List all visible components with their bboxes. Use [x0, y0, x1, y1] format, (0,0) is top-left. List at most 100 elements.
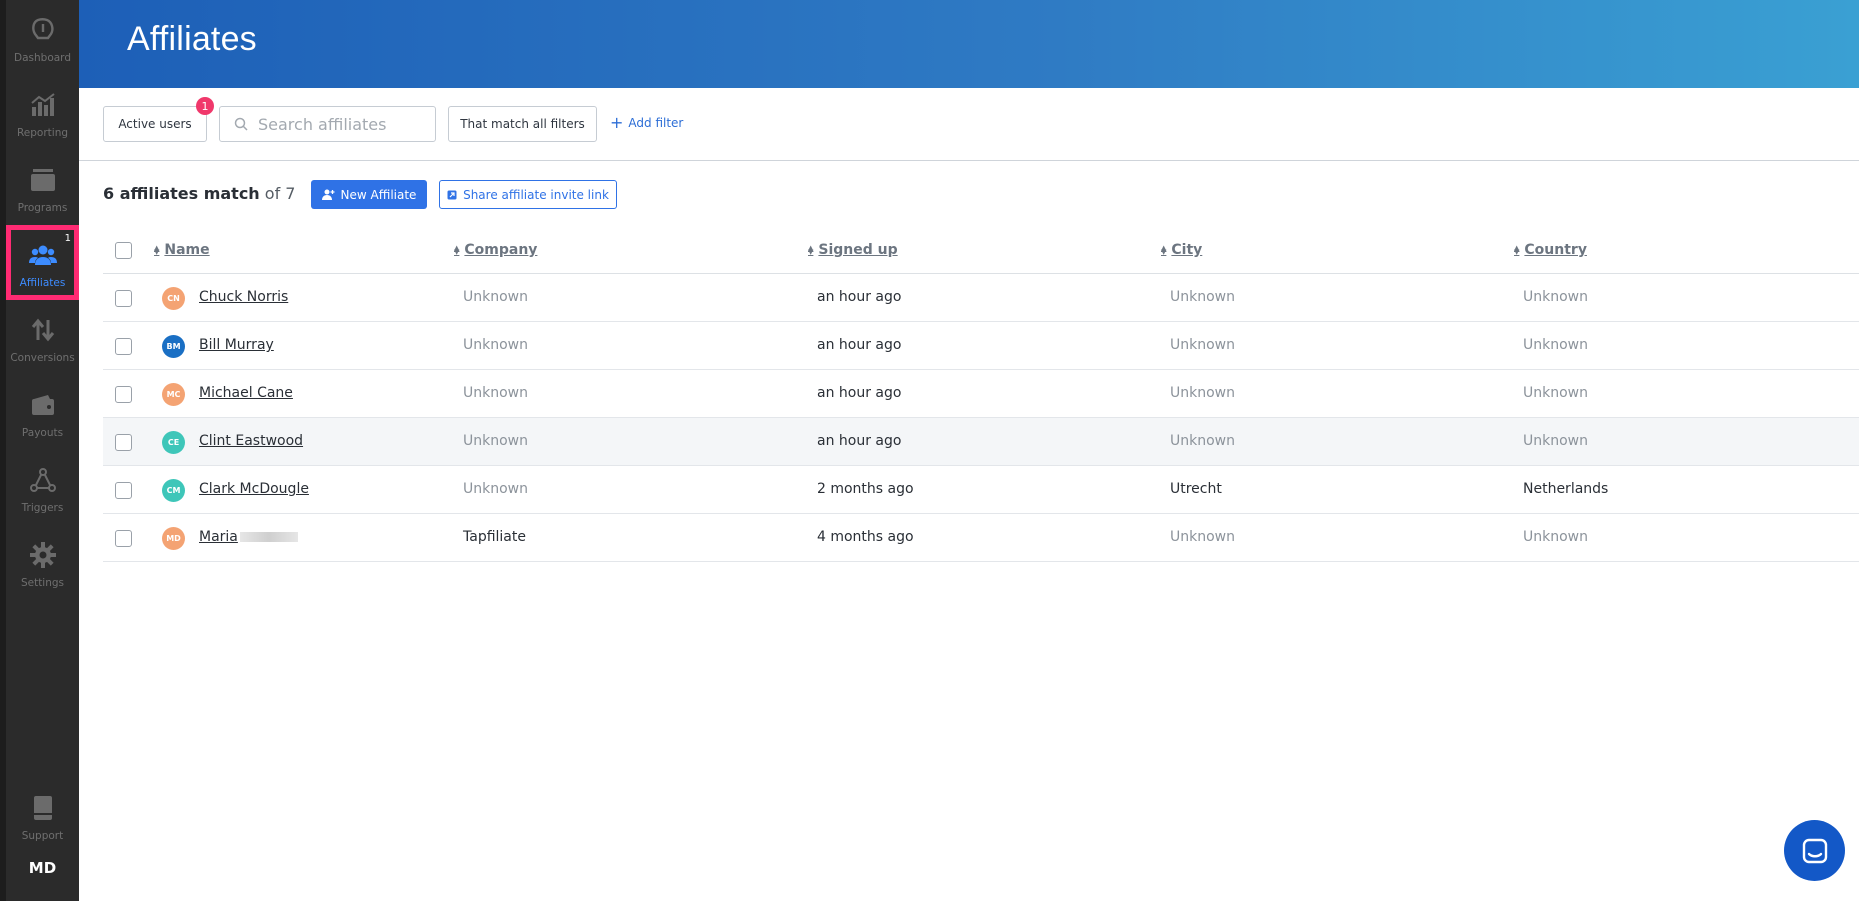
company-cell: Unknown: [463, 385, 528, 401]
table-row[interactable]: CN Chuck Norris Unknown an hour ago Unkn…: [103, 274, 1859, 322]
signed-up-cell: 4 months ago: [817, 529, 914, 545]
city-cell: Unknown: [1170, 337, 1235, 353]
affiliate-name-link[interactable]: Bill Murray: [199, 337, 274, 353]
country-cell: Unknown: [1523, 385, 1588, 401]
sidebar-item-programs[interactable]: Programs: [6, 150, 79, 225]
company-cell: Unknown: [463, 337, 528, 353]
row-checkbox[interactable]: [115, 530, 132, 547]
table-row[interactable]: MD Maria Tapfiliate 4 months ago Unknown…: [103, 514, 1859, 562]
share-invite-link-button[interactable]: Share affiliate invite link: [439, 180, 617, 209]
row-checkbox[interactable]: [115, 482, 132, 499]
row-checkbox[interactable]: [115, 290, 132, 307]
match-count: 6 affiliates match: [103, 184, 260, 203]
share-invite-label: Share affiliate invite link: [463, 187, 609, 202]
column-header-country[interactable]: ▲ ▼ Country: [1514, 242, 1587, 258]
sidebar-item-label: Dashboard: [14, 52, 71, 64]
sidebar-item-reporting[interactable]: Reporting: [6, 75, 79, 150]
add-filter-link[interactable]: + Add filter: [610, 113, 684, 132]
table-row[interactable]: CE Clint Eastwood Unknown an hour ago Un…: [103, 418, 1859, 466]
new-affiliate-label: New Affiliate: [340, 187, 417, 202]
filter-count-badge: 1: [196, 97, 214, 115]
city-cell: Unknown: [1170, 385, 1235, 401]
total-count: of 7: [264, 184, 296, 203]
affiliate-name-link[interactable]: Maria: [199, 529, 298, 545]
table-row[interactable]: BM Bill Murray Unknown an hour ago Unkno…: [103, 322, 1859, 370]
affiliate-name-link[interactable]: Chuck Norris: [199, 289, 288, 305]
affiliates-table: ▲ ▼ Name ▲ ▼ Company ▲ ▼ Signed up ▲ ▼ City …: [103, 226, 1859, 562]
company-cell: Unknown: [463, 433, 528, 449]
new-affiliate-button[interactable]: New Affiliate: [311, 180, 427, 209]
avatar: MD: [162, 527, 185, 550]
book-icon: [33, 796, 52, 820]
country-cell: Unknown: [1523, 529, 1588, 545]
country-cell: Unknown: [1523, 337, 1588, 353]
affiliate-name-link[interactable]: Clark McDougle: [199, 481, 309, 497]
sidebar-item-dashboard[interactable]: Dashboard: [6, 0, 79, 75]
sidebar-item-payouts[interactable]: Payouts: [6, 375, 79, 450]
avatar: CM: [162, 479, 185, 502]
country-cell: Netherlands: [1523, 481, 1609, 497]
sidebar-item-conversions[interactable]: Conversions: [6, 300, 79, 375]
affiliate-name-link[interactable]: Michael Cane: [199, 385, 293, 401]
avatar: BM: [162, 335, 185, 358]
city-cell: Unknown: [1170, 529, 1235, 545]
chat-icon: [1802, 838, 1827, 863]
column-label: City: [1171, 242, 1203, 258]
programs-icon: [30, 169, 55, 191]
sidebar-item-affiliates[interactable]: Affiliates 1: [6, 225, 79, 300]
chat-launcher-button[interactable]: [1784, 820, 1845, 881]
sidebar-item-label: Conversions: [10, 352, 75, 364]
column-header-city[interactable]: ▲ ▼ City: [1161, 242, 1202, 258]
active-users-label: Active users: [118, 117, 192, 131]
sidebar-item-support[interactable]: Support: [6, 778, 79, 853]
active-users-filter-button[interactable]: Active users: [103, 106, 207, 142]
search-input[interactable]: [258, 114, 428, 134]
avatar: MC: [162, 383, 185, 406]
row-checkbox[interactable]: [115, 434, 132, 451]
sidebar-item-triggers[interactable]: Triggers: [6, 450, 79, 525]
company-cell: Tapfiliate: [463, 529, 526, 545]
column-header-name[interactable]: ▲ ▼ Name: [154, 242, 210, 258]
column-header-signed-up[interactable]: ▲ ▼ Signed up: [808, 242, 898, 258]
add-filter-label: Add filter: [628, 116, 684, 130]
table-row[interactable]: CM Clark McDougle Unknown 2 months ago U…: [103, 466, 1859, 514]
sidebar-item-label: Programs: [17, 202, 68, 214]
table-header: ▲ ▼ Name ▲ ▼ Company ▲ ▼ Signed up ▲ ▼ City …: [103, 226, 1859, 274]
results-summary: 6 affiliates match of 7: [103, 184, 295, 203]
page-title: Affiliates: [127, 20, 257, 58]
company-cell: Unknown: [463, 289, 528, 305]
column-label: Company: [464, 242, 538, 258]
country-cell: Unknown: [1523, 289, 1588, 305]
city-cell: Utrecht: [1170, 481, 1222, 497]
sidebar-item-label: Affiliates: [19, 277, 66, 289]
plus-icon: +: [610, 113, 624, 132]
city-cell: Unknown: [1170, 289, 1235, 305]
notification-badge: 1: [64, 233, 71, 244]
search-box[interactable]: [219, 106, 436, 142]
redacted-surname: [239, 532, 298, 542]
user-initials[interactable]: MD: [6, 859, 79, 877]
column-header-company[interactable]: ▲ ▼ Company: [454, 242, 537, 258]
match-all-filters-button[interactable]: That match all filters: [448, 106, 597, 142]
column-label: Signed up: [818, 242, 898, 258]
table-row[interactable]: MC Michael Cane Unknown an hour ago Unkn…: [103, 370, 1859, 418]
signed-up-cell: an hour ago: [817, 337, 902, 353]
sidebar-item-label: Reporting: [16, 127, 69, 139]
select-all-checkbox[interactable]: [115, 242, 132, 259]
sort-icon: ▲ ▼: [1514, 244, 1520, 256]
country-cell: Unknown: [1523, 433, 1588, 449]
sidebar: Dashboard Reporting Programs Affiliates …: [0, 0, 79, 901]
sort-icon: ▲ ▼: [1161, 244, 1167, 256]
gear-icon: [29, 542, 56, 568]
signed-up-cell: an hour ago: [817, 433, 902, 449]
row-checkbox[interactable]: [115, 386, 132, 403]
bar-chart-icon: [30, 93, 55, 116]
sidebar-item-settings[interactable]: Settings: [6, 525, 79, 600]
affiliate-name-link[interactable]: Clint Eastwood: [199, 433, 303, 449]
avatar: CE: [162, 431, 185, 454]
column-label: Name: [164, 242, 210, 258]
arrows-up-down-icon: [31, 318, 54, 342]
row-checkbox[interactable]: [115, 338, 132, 355]
signed-up-cell: 2 months ago: [817, 481, 914, 497]
wallet-icon: [31, 395, 54, 415]
